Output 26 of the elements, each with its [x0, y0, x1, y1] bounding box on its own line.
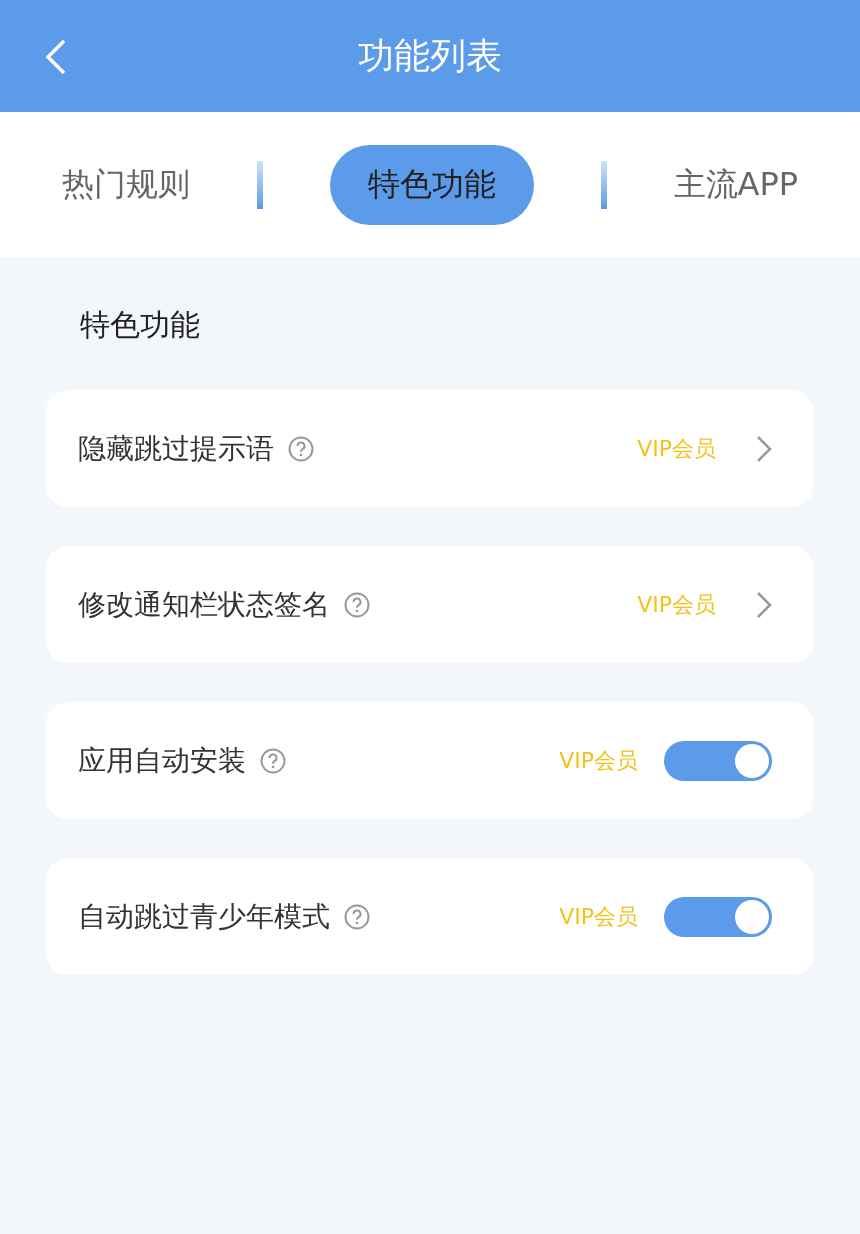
setting-row[interactable]: 隐藏跳过提示语 VIP会员: [46, 390, 814, 507]
back-icon[interactable]: [44, 38, 68, 76]
help-icon[interactable]: [260, 747, 286, 774]
vip-label: VIP会员: [637, 590, 716, 619]
tab[interactable]: 主流APP: [673, 144, 798, 225]
setting-label: 隐藏跳过提示语: [78, 430, 274, 467]
tab[interactable]: 热门规则: [62, 144, 190, 225]
chevron-icon: [756, 434, 772, 463]
setting-row[interactable]: 应用自动安装 VIP会员: [46, 702, 814, 819]
setting-row[interactable]: 修改通知栏状态签名 VIP会员: [46, 546, 814, 663]
chevron-icon: [756, 590, 772, 619]
help-icon[interactable]: [288, 435, 314, 462]
vip-label: VIP会员: [559, 746, 638, 775]
setting-row[interactable]: 自动跳过青少年模式 VIP会员: [46, 858, 814, 975]
setting-label: 应用自动安装: [78, 742, 246, 779]
toggle-switch[interactable]: [664, 740, 772, 781]
setting-label: 修改通知栏状态签名: [78, 586, 330, 623]
help-icon[interactable]: [344, 591, 370, 618]
help-icon[interactable]: [344, 903, 370, 930]
setting-label: 自动跳过青少年模式: [78, 898, 330, 935]
tab[interactable]: 特色功能: [329, 144, 534, 225]
page-title: 功能列表: [358, 33, 502, 78]
vip-label: VIP会员: [637, 434, 716, 463]
vip-label: VIP会员: [559, 902, 638, 931]
section-title: 特色功能: [80, 306, 200, 344]
toggle-switch[interactable]: [664, 896, 772, 937]
